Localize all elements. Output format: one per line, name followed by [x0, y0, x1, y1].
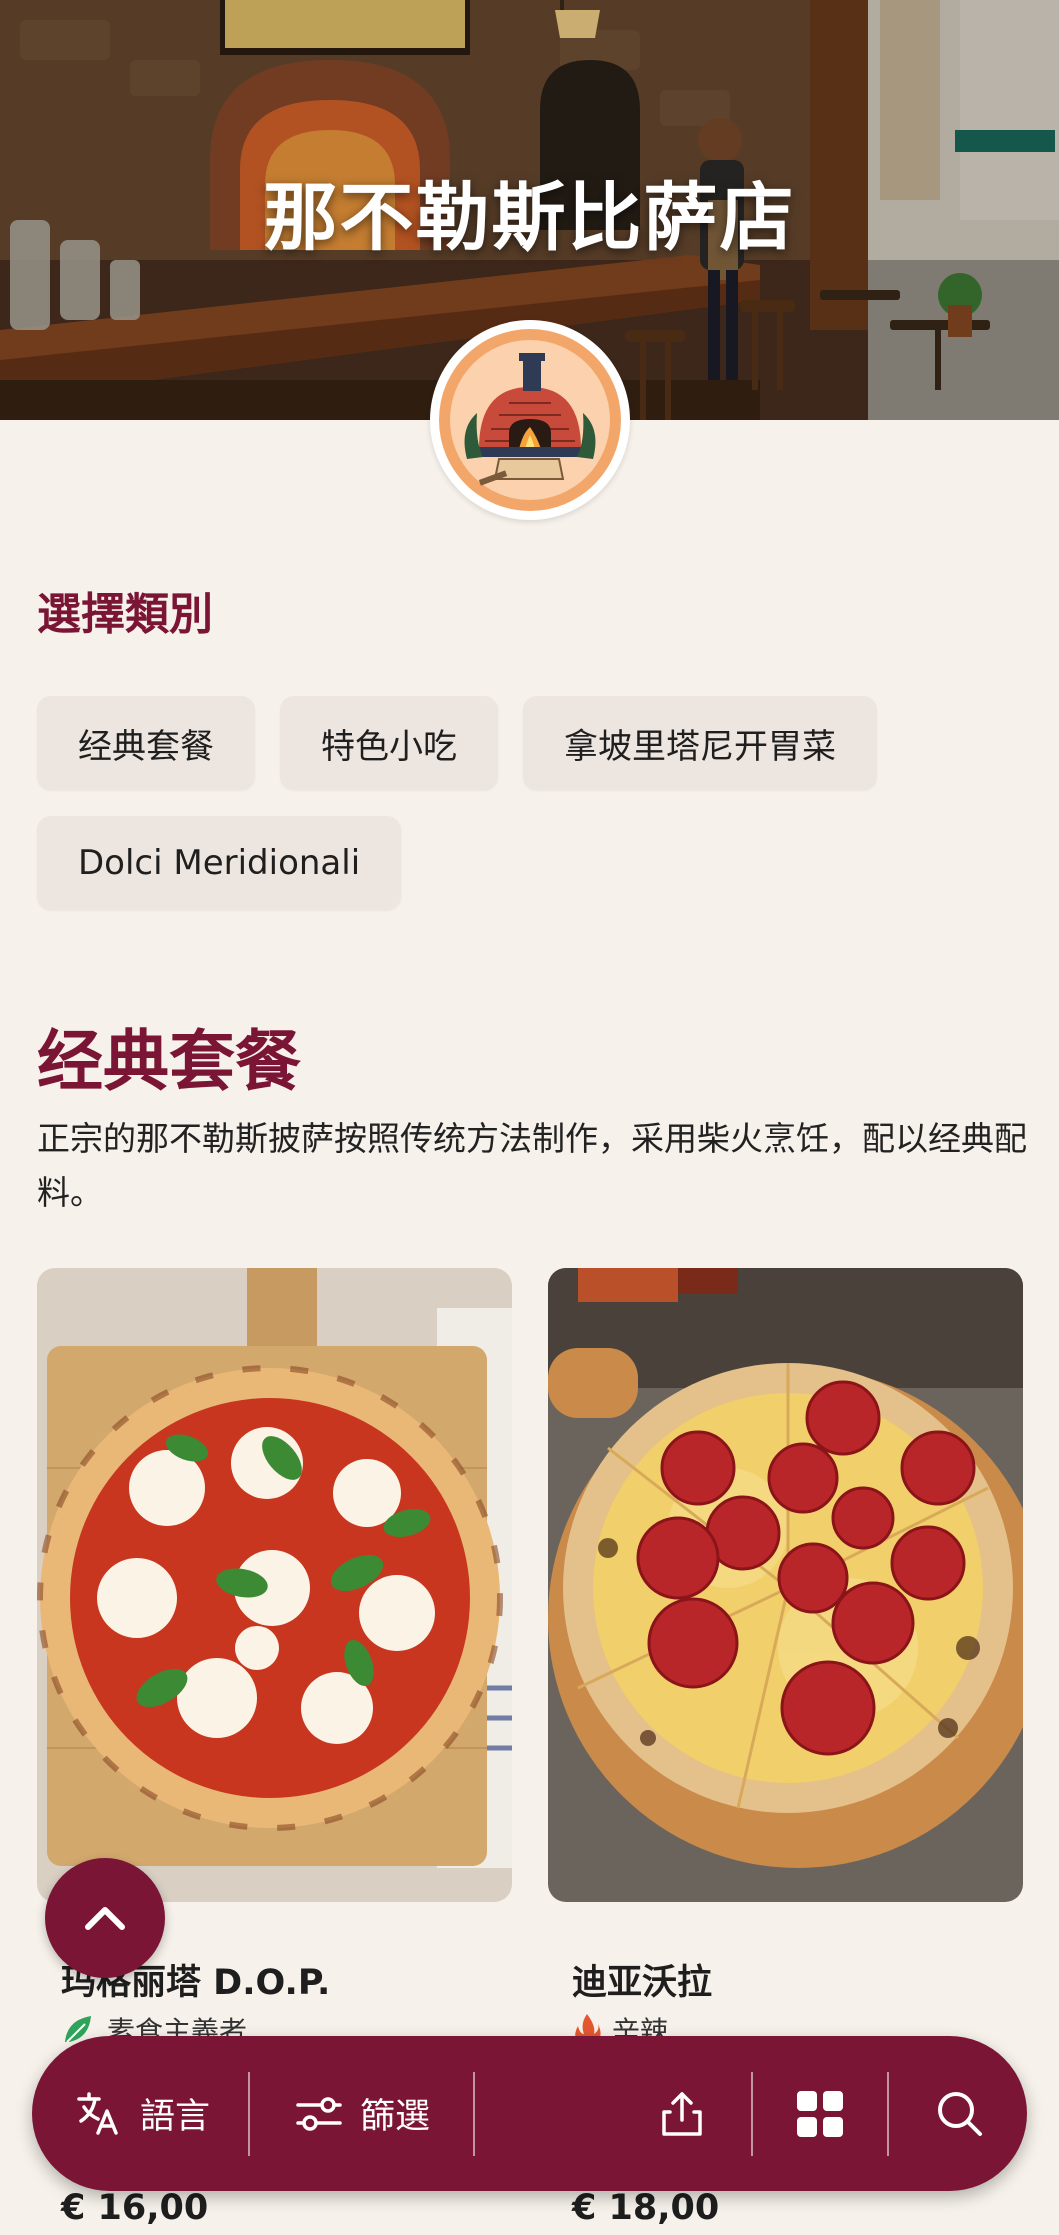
search-icon — [938, 2091, 982, 2136]
product-card[interactable]: 迪亚沃拉 辛辣 € 18,00 — [548, 1268, 1023, 2228]
category-chip-classic[interactable]: 经典套餐 — [37, 696, 255, 790]
category-heading: 選擇類別 — [37, 589, 213, 640]
toolbar-divider — [887, 2072, 889, 2156]
restaurant-name: 那不勒斯比萨店 — [263, 175, 796, 261]
search-button[interactable] — [934, 2036, 986, 2191]
category-chip-desserts[interactable]: Dolci Meridionali — [37, 816, 402, 910]
section-title: 经典套餐 — [37, 1023, 301, 1100]
grid-view-button[interactable] — [794, 2036, 846, 2191]
language-button[interactable]: 語言 — [74, 2036, 210, 2191]
section-description: 正宗的那不勒斯披萨按照传统方法制作，采用柴火烹饪，配以经典配料。 — [37, 1119, 1027, 1212]
product-card[interactable]: 玛格丽塔 D.O.P. 素食主義者 € 16,00 — [37, 1268, 512, 2228]
grid-view-icon — [797, 2090, 843, 2137]
filter-label: 篩選 — [360, 2097, 431, 2137]
toolbar-divider — [473, 2072, 475, 2156]
language-label: 語言 — [140, 2097, 211, 2137]
product-price: € 16,00 — [61, 2188, 209, 2228]
share-button[interactable] — [656, 2036, 708, 2191]
share-icon — [662, 2091, 702, 2136]
product-price: € 18,00 — [572, 2188, 720, 2228]
product-image[interactable] — [37, 1268, 512, 1902]
scroll-to-top-button[interactable] — [45, 1858, 165, 1978]
translate-icon — [77, 2091, 118, 2135]
filter-icon — [296, 2096, 342, 2131]
product-name: 迪亚沃拉 — [572, 1963, 713, 2003]
filter-button[interactable]: 篩選 — [294, 2036, 430, 2191]
toolbar-divider — [751, 2072, 753, 2156]
product-image[interactable] — [548, 1268, 1023, 1902]
restaurant-logo — [430, 320, 630, 520]
bottom-toolbar: 語言 篩選 — [32, 2036, 1027, 2191]
toolbar-divider — [248, 2072, 250, 2156]
category-list: 经典套餐 特色小吃 拿坡里塔尼开胃菜 Dolci Meridionali — [37, 696, 937, 910]
chevron-up-icon — [85, 1907, 125, 1930]
category-chip-snacks[interactable]: 特色小吃 — [280, 696, 498, 790]
category-chip-appetizers[interactable]: 拿坡里塔尼开胃菜 — [523, 696, 877, 790]
